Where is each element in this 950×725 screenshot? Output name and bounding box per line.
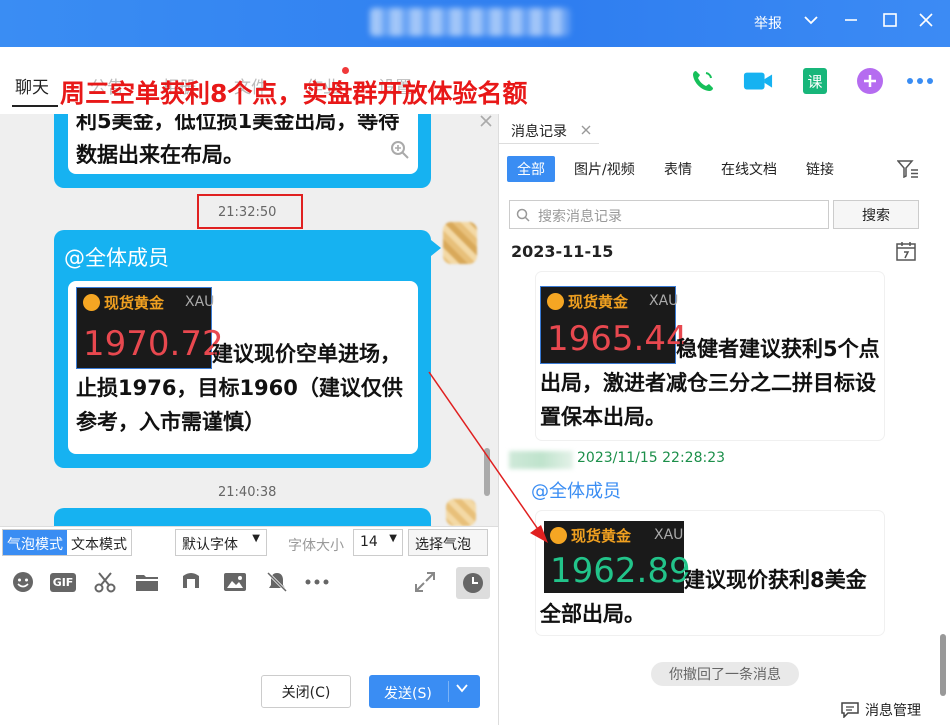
font-size-label: 字体大小 <box>288 538 344 554</box>
mute-icon[interactable] <box>264 569 290 595</box>
ticker-code: XAU <box>654 527 684 543</box>
scissors-icon[interactable] <box>92 569 118 595</box>
ticker-name: 现货黄金 <box>568 293 629 311</box>
text-mode-button[interactable]: 文本模式 <box>67 530 131 555</box>
history-scrollbar[interactable] <box>940 634 946 696</box>
ticker-code: XAU <box>185 294 215 310</box>
folder-icon[interactable] <box>134 569 160 595</box>
close-icon[interactable] <box>581 125 591 135</box>
calendar-icon[interactable] <box>896 241 916 261</box>
image-icon[interactable] <box>222 569 248 595</box>
history-message-card[interactable]: 现货黄金 XAU 1962.89 建议现价获利8美金全部出局。 <box>536 511 884 635</box>
font-size-select[interactable]: 14 ▼ <box>353 529 403 556</box>
chevron-down-icon[interactable] <box>803 12 819 33</box>
video-icon[interactable] <box>743 66 773 96</box>
close-button[interactable]: 关闭(C) <box>261 675 351 708</box>
history-message-card[interactable]: 现货黄金 XAU 1965.44 稳健者建议获利5个点出局，激进者减仓三分之二拼… <box>536 272 884 440</box>
message-text: 建议现价空单进场，止损1976，目标1960（建议仅供参考，入市需谨慎） <box>76 342 403 434</box>
message-text: 稳健者建议获利5个点出局，激进者减仓三分之二拼目标设置保本出局。 <box>540 337 880 429</box>
avatar[interactable] <box>446 499 476 526</box>
promo-banner: 周三空单获利8个点，实盘群开放体验名额 <box>60 74 528 110</box>
history-date: 2023-11-15 <box>511 242 614 261</box>
chat-scrollbar[interactable] <box>484 448 490 496</box>
search-button[interactable]: 搜索 <box>833 200 919 229</box>
message-history-panel: 消息记录 全部 图片/视频 表情 在线文档 链接 搜索消息记录 搜索 2023-… <box>498 114 950 725</box>
message-bubble[interactable] <box>54 508 431 526</box>
more-icon[interactable] <box>304 569 330 595</box>
maximize-icon[interactable] <box>882 12 898 33</box>
font-select[interactable]: 默认字体 ▼ <box>175 529 267 556</box>
message-card: 利5美金，低位损1美金出局，等待数据出来在布局。 <box>68 114 418 174</box>
gold-coin-icon <box>550 527 567 544</box>
filter-links[interactable]: 链接 <box>796 156 844 182</box>
search-placeholder: 搜索消息记录 <box>538 209 622 225</box>
notification-dot <box>342 67 349 74</box>
tab-chat[interactable]: 聊天 <box>15 73 49 98</box>
minimize-icon[interactable] <box>843 12 859 33</box>
history-icon[interactable] <box>456 567 490 599</box>
message-text: 利5美金，低位损1美金出局，等待数据出来在布局。 <box>76 114 400 164</box>
add-icon[interactable] <box>855 66 885 96</box>
course-icon[interactable]: 课 <box>800 66 830 96</box>
panel-tab-label: 消息记录 <box>511 124 567 140</box>
mention-all: @全体成员 <box>531 481 621 502</box>
blurred-sender-name <box>509 451 573 469</box>
close-icon[interactable] <box>479 114 493 128</box>
music-icon[interactable] <box>178 569 204 595</box>
search-icon <box>516 208 530 222</box>
filter-docs[interactable]: 在线文档 <box>711 156 787 182</box>
message-bubble[interactable]: @全体成员 现货黄金 XAU 1970.72 建议现价空单进场，止损1976，目… <box>54 230 431 468</box>
input-toolbar: 气泡模式 文本模式 默认字体 ▼ 字体大小 14 ▼ 选择气泡 GIF 关闭(C… <box>0 526 498 725</box>
send-button[interactable]: 发送(S) <box>369 675 480 708</box>
gif-icon[interactable]: GIF <box>49 569 77 595</box>
recall-notice: 你撤回了一条消息 <box>651 662 799 686</box>
choose-bubble-button[interactable]: 选择气泡 <box>408 529 488 556</box>
ticker-name: 现货黄金 <box>571 527 632 545</box>
avatar[interactable] <box>443 222 477 264</box>
message-manage-icon <box>841 702 859 718</box>
expand-icon[interactable] <box>412 569 438 595</box>
highlight-box <box>197 194 303 229</box>
filter-icon[interactable] <box>897 160 919 178</box>
message-bubble[interactable]: 利5美金，低位损1美金出局，等待数据出来在布局。 <box>54 114 431 188</box>
more-icon[interactable] <box>905 66 935 96</box>
chevron-down-icon: ▼ <box>252 533 260 544</box>
bubble-tail <box>431 240 441 256</box>
search-field[interactable]: 搜索消息记录 <box>509 200 829 229</box>
message-manage-label: 消息管理 <box>865 703 921 719</box>
message-timestamp: 21:40:38 <box>218 485 277 500</box>
message-card: 现货黄金 XAU 1970.72 建议现价空单进场，止损1976，目标1960（… <box>68 281 418 454</box>
filter-emoji[interactable]: 表情 <box>654 156 702 182</box>
ticker-code: XAU <box>649 293 679 309</box>
font-size-value: 14 <box>360 534 378 550</box>
blurred-window-title <box>370 8 570 36</box>
emoji-icon[interactable] <box>10 569 36 595</box>
message-text: 建议现价获利8美金全部出局。 <box>540 568 867 626</box>
mode-switch: 气泡模式 文本模式 <box>2 529 132 556</box>
close-icon[interactable] <box>918 12 934 33</box>
ticker-name: 现货黄金 <box>104 294 165 312</box>
chevron-down-icon[interactable] <box>455 681 469 699</box>
active-tab-indicator <box>12 105 58 107</box>
divider <box>448 681 449 702</box>
chevron-down-icon: ▼ <box>389 533 397 544</box>
tab-message-history[interactable]: 消息记录 <box>499 114 599 144</box>
font-select-value: 默认字体 <box>182 537 238 553</box>
course-icon-label: 课 <box>803 68 827 94</box>
chat-message-area[interactable]: 利5美金，低位损1美金出局，等待数据出来在布局。 21:32:50 @全体成员 … <box>0 114 498 526</box>
bubble-mode-button[interactable]: 气泡模式 <box>3 530 67 555</box>
filter-media[interactable]: 图片/视频 <box>564 156 645 182</box>
history-message-time: 2023/11/15 22:28:23 <box>577 450 726 466</box>
gold-coin-icon <box>547 293 564 310</box>
zoom-in-icon[interactable] <box>390 140 410 160</box>
filter-all[interactable]: 全部 <box>507 156 555 182</box>
mention-all: @全体成员 <box>64 246 169 270</box>
phone-icon[interactable] <box>688 66 718 96</box>
report-button[interactable]: 举报 <box>754 13 782 33</box>
title-bar: 举报 <box>0 0 950 47</box>
gold-coin-icon <box>83 294 100 311</box>
send-button-label: 发送(S) <box>384 686 432 702</box>
